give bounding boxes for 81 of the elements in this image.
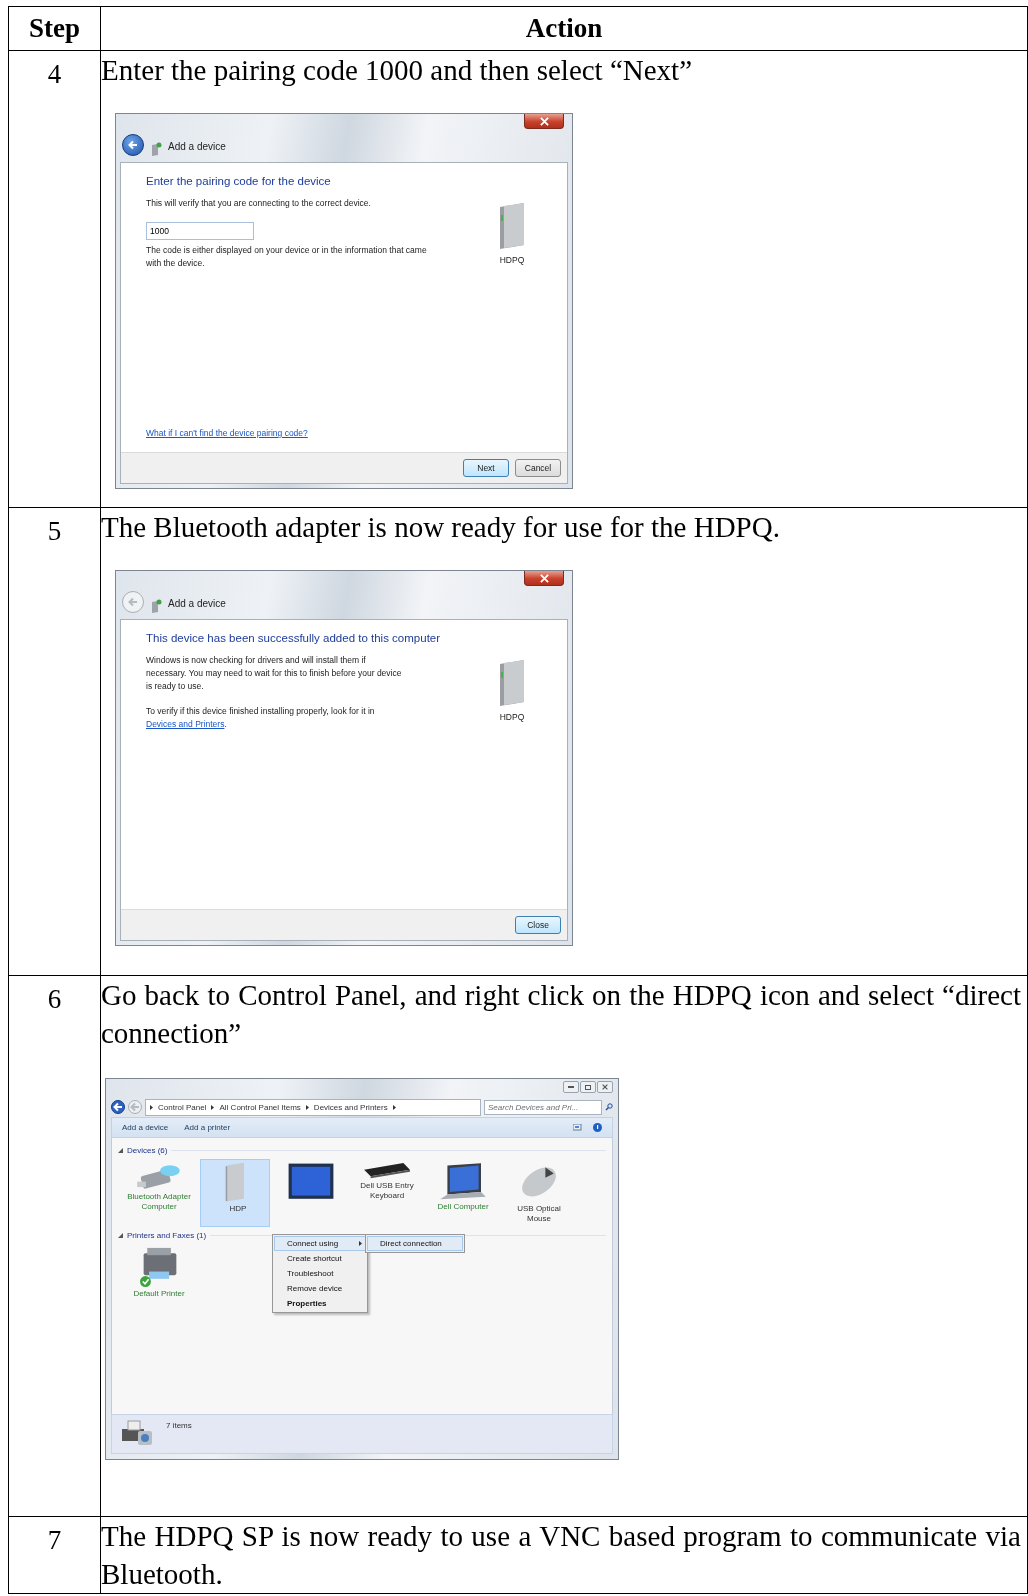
dialog-heading: This device has been successfully added to this computer bbox=[146, 632, 442, 645]
device-tile[interactable]: HDP bbox=[200, 1159, 270, 1227]
hint-text: The code is either displayed on your device or in the information that came with the device. bbox=[146, 244, 428, 270]
menu-item[interactable]: Troubleshoot bbox=[274, 1266, 366, 1281]
breadcrumb-item[interactable]: Devices and Printers bbox=[313, 1102, 388, 1112]
device-label: USB Optical Mouse bbox=[516, 1204, 562, 1224]
step-number: 6 bbox=[46, 983, 63, 1016]
paragraph: This will verify that you are connecting to the correct device. bbox=[146, 197, 372, 210]
back-arrow-icon bbox=[127, 596, 139, 608]
command-button[interactable]: Add a printer bbox=[184, 1123, 231, 1132]
paragraph: Windows is now checking for drivers and will install them if necessary. You may need to wait for this to finish before your device is ready to use. bbox=[146, 654, 403, 693]
step-number: 7 bbox=[46, 1524, 63, 1557]
instruction-text: The HDPQ SP is now ready to use a VNC based program to communicate via Bluetooth. bbox=[101, 1519, 1022, 1592]
device-label: Default Printer bbox=[132, 1289, 186, 1299]
maximize-button[interactable] bbox=[580, 1081, 596, 1093]
device-label: HDPQ bbox=[499, 712, 525, 722]
maximize-icon bbox=[585, 1084, 591, 1090]
column-header: Step bbox=[8, 6, 101, 51]
dialog-title: Add a device bbox=[168, 598, 226, 609]
back-arrow-icon bbox=[129, 1101, 141, 1113]
back-button[interactable] bbox=[111, 1100, 125, 1114]
menu-item[interactable]: Properties bbox=[274, 1296, 366, 1311]
primary-button[interactable]: Next bbox=[463, 459, 509, 477]
help-icon[interactable] bbox=[593, 1123, 602, 1132]
back-button[interactable] bbox=[122, 134, 144, 156]
chevron-icon bbox=[150, 1104, 153, 1110]
column-header: Action bbox=[100, 6, 1028, 51]
collapse-icon bbox=[118, 1233, 123, 1238]
menu-item[interactable]: Remove device bbox=[274, 1281, 366, 1296]
close-icon bbox=[539, 116, 549, 126]
chevron-icon bbox=[392, 1104, 396, 1110]
minimize-button[interactable] bbox=[563, 1081, 579, 1093]
submenu-arrow-icon bbox=[359, 1241, 362, 1246]
step-number: 4 bbox=[46, 58, 63, 91]
group-header[interactable]: Printers and Faxes (1) bbox=[127, 1231, 207, 1240]
pairing-code-field[interactable]: 1000 bbox=[146, 222, 254, 240]
device-label: HDPQ bbox=[499, 255, 525, 265]
cancel-button[interactable]: Cancel bbox=[515, 459, 561, 477]
device-tile[interactable]: Dell Computer bbox=[428, 1159, 498, 1227]
close-button[interactable] bbox=[524, 571, 564, 586]
command-button[interactable]: Add a device bbox=[122, 1123, 169, 1132]
help-link[interactable]: What if I can't find the device pairing code? bbox=[146, 427, 308, 440]
device-label: HDP bbox=[228, 1204, 248, 1214]
view-icon[interactable] bbox=[573, 1124, 583, 1131]
paragraph: To verify if this device finished installing properly, look for it in Devices and Printers. bbox=[146, 705, 376, 731]
primary-button[interactable]: Close bbox=[515, 916, 561, 934]
instruction-text: Go back to Control Panel, and right click on the HDPQ icon and select “direct connection” bbox=[101, 978, 1022, 1051]
search-icon[interactable] bbox=[605, 1103, 613, 1111]
close-icon bbox=[602, 1084, 608, 1090]
search-field[interactable]: Search Devices and Pri... bbox=[484, 1099, 602, 1115]
breadcrumb-item[interactable]: All Control Panel Items bbox=[219, 1102, 301, 1112]
instruction-text: Enter the pairing code 1000 and then select “Next” bbox=[101, 53, 694, 88]
instruction-text: The Bluetooth adapter is now ready for use for the HDPQ. bbox=[101, 510, 781, 545]
chevron-icon bbox=[305, 1104, 309, 1110]
chevron-icon bbox=[211, 1104, 215, 1110]
device-icon bbox=[150, 142, 162, 156]
menu-item[interactable]: Direct connection bbox=[367, 1236, 463, 1251]
back-arrow-icon bbox=[127, 139, 139, 151]
device-tile[interactable]: Bluetooth Adapter Computer bbox=[124, 1159, 194, 1227]
device-label: Dell USB Entry Keyboard bbox=[359, 1181, 415, 1202]
device-tile[interactable]: Default Printer bbox=[124, 1244, 194, 1312]
device-label: Dell Computer bbox=[436, 1202, 490, 1213]
dialog-heading: Enter the pairing code for the device bbox=[146, 175, 332, 188]
collapse-icon bbox=[118, 1148, 123, 1153]
device-label: Bluetooth Adapter Computer bbox=[126, 1192, 192, 1213]
menu-item[interactable]: Connect using bbox=[274, 1236, 366, 1251]
close-icon bbox=[539, 573, 549, 583]
device-icon bbox=[150, 599, 162, 613]
address-bar[interactable]: Control Panel All Control Panel Items Devices and Printers bbox=[145, 1098, 481, 1116]
minimize-icon bbox=[568, 1086, 574, 1088]
dialog-title: Add a device bbox=[168, 141, 226, 152]
device-tile[interactable]: Dell USB Entry Keyboard bbox=[352, 1159, 422, 1227]
close-button[interactable] bbox=[524, 114, 564, 129]
item-count: 7 items bbox=[166, 1420, 192, 1432]
close-button[interactable] bbox=[597, 1081, 613, 1093]
breadcrumb-item[interactable]: Control Panel bbox=[158, 1102, 207, 1112]
back-arrow-icon bbox=[112, 1101, 124, 1113]
group-header[interactable]: Devices (6) bbox=[127, 1146, 168, 1155]
step-number: 5 bbox=[46, 515, 63, 548]
menu-item[interactable]: Create shortcut bbox=[274, 1251, 366, 1266]
device-tile[interactable]: USB Optical Mouse bbox=[504, 1159, 574, 1227]
